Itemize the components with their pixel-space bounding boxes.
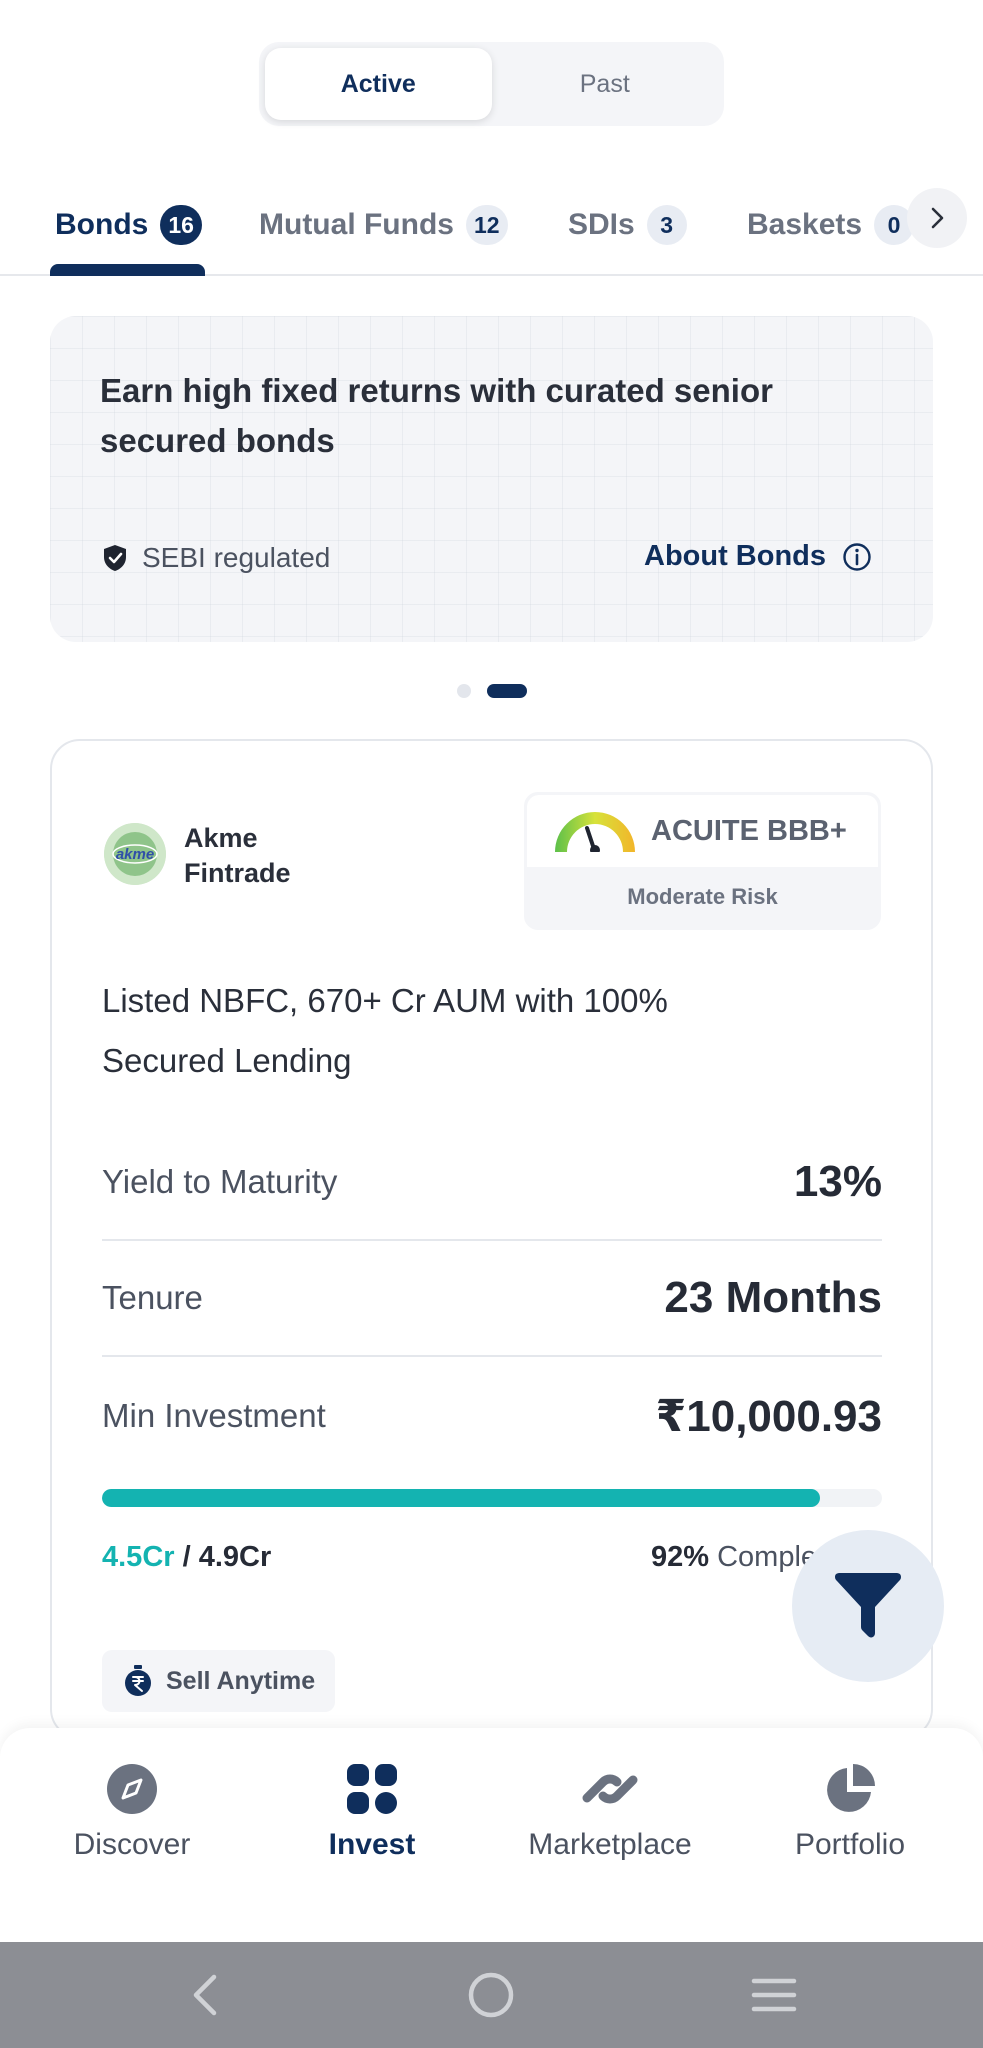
tab-label: Baskets (747, 208, 863, 241)
carousel-dot-2-active[interactable] (487, 684, 527, 698)
active-past-toggle: Active Past (259, 42, 724, 126)
nav-invest[interactable]: Invest (252, 1762, 492, 1862)
compass-icon (107, 1764, 157, 1814)
total-amount: 4.9Cr (198, 1541, 272, 1573)
system-back-button[interactable] (178, 1967, 234, 2023)
min-investment-value: ₹10,000.93 (655, 1391, 882, 1441)
grid-icon (347, 1764, 397, 1814)
nav-label: Marketplace (528, 1828, 692, 1861)
tenure-row: Tenure 23 Months (102, 1241, 882, 1357)
raised-separator: / (174, 1541, 199, 1573)
rating-value: ACUITE BBB+ (651, 814, 847, 847)
raised-amount: 4.5Cr (102, 1541, 175, 1573)
logo-text: akme (116, 846, 154, 863)
nav-label: Invest (328, 1828, 416, 1861)
bond-description: Listed NBFC, 670+ Cr AUM with 100% Secur… (102, 982, 668, 1079)
system-home-button[interactable] (463, 1967, 519, 2023)
ytm-row: Yield to Maturity 13% (102, 1125, 882, 1241)
tab-label: Bonds (55, 208, 149, 241)
nav-label: Discover (73, 1828, 191, 1861)
sebi-regulated-tag: SEBI regulated (102, 542, 330, 574)
filter-button[interactable] (792, 1530, 944, 1682)
banner-title: Earn high fixed returns with curated sen… (100, 372, 773, 459)
tab-count-badge: 16 (160, 205, 202, 245)
about-bonds-link[interactable]: About Bonds (644, 540, 872, 573)
tab-label: SDIs (568, 208, 635, 241)
bottom-navigation: Discover Invest Marketplace Portfolio (0, 1728, 983, 1942)
funding-progress-fill (102, 1489, 820, 1507)
info-banner: Earn high fixed returns with curated sen… (50, 316, 933, 642)
carousel-dot-1[interactable] (457, 684, 471, 698)
risk-level: Moderate Risk (627, 884, 778, 909)
nav-portfolio[interactable]: Portfolio (730, 1762, 970, 1862)
tab-active-indicator (50, 264, 205, 276)
rupee-timer-icon (125, 1665, 151, 1696)
category-tabs: Bonds 16 Mutual Funds 12 SDIs 3 Baskets … (0, 180, 983, 276)
tab-count-badge: 3 (646, 205, 687, 245)
risk-gauge-icon (555, 812, 635, 852)
credit-rating-box: ACUITE BBB+ Moderate Risk (524, 792, 881, 930)
tab-mutual-funds[interactable]: Mutual Funds 12 (259, 200, 508, 250)
funding-progress-bar (102, 1489, 882, 1507)
tenure-label: Tenure (102, 1279, 203, 1316)
filter-icon (835, 1573, 901, 1638)
exchange-icon (582, 1774, 638, 1804)
nav-discover[interactable]: Discover (12, 1762, 252, 1862)
ytm-value: 13% (793, 1157, 882, 1206)
complete-percent: 92% (651, 1541, 710, 1573)
issuer-name: Akme Fintrade (184, 823, 291, 888)
nav-marketplace[interactable]: Marketplace (490, 1762, 730, 1862)
tab-sdis[interactable]: SDIs 3 (568, 200, 687, 250)
segment-past[interactable]: Past (492, 48, 719, 120)
tenure-value: 23 Months (664, 1273, 882, 1322)
min-investment-row: Min Investment ₹10,000.93 (102, 1358, 882, 1474)
sebi-regulated-text: SEBI regulated (142, 542, 331, 573)
ytm-label: Yield to Maturity (102, 1163, 338, 1200)
pie-chart-icon (827, 1764, 875, 1812)
tab-count-badge: 12 (465, 205, 508, 245)
issuer-logo: akme (104, 823, 166, 885)
nav-label: Portfolio (794, 1828, 906, 1861)
back-icon (193, 1974, 217, 2016)
funding-raised: 4.5Cr / 4.9Cr (102, 1541, 271, 1574)
tab-label: Mutual Funds (259, 208, 454, 241)
system-navigation-bar (0, 1942, 983, 2048)
chevron-right-icon (931, 207, 944, 229)
info-icon (843, 542, 871, 571)
menu-icon (751, 1978, 797, 2012)
segment-active[interactable]: Active (265, 48, 492, 120)
min-investment-label: Min Investment (102, 1397, 326, 1434)
about-bonds-label: About Bonds (644, 540, 827, 572)
sell-anytime-chip: Sell Anytime (102, 1650, 336, 1712)
shield-check-icon (104, 545, 126, 571)
system-recents-button[interactable] (746, 1967, 802, 2023)
sell-anytime-text: Sell Anytime (166, 1666, 316, 1695)
tabs-scroll-right-button[interactable] (907, 188, 967, 248)
tab-baskets[interactable]: Baskets 0 (747, 200, 915, 250)
home-circle-icon (468, 1972, 514, 2018)
tab-bonds[interactable]: Bonds 16 (55, 200, 202, 250)
